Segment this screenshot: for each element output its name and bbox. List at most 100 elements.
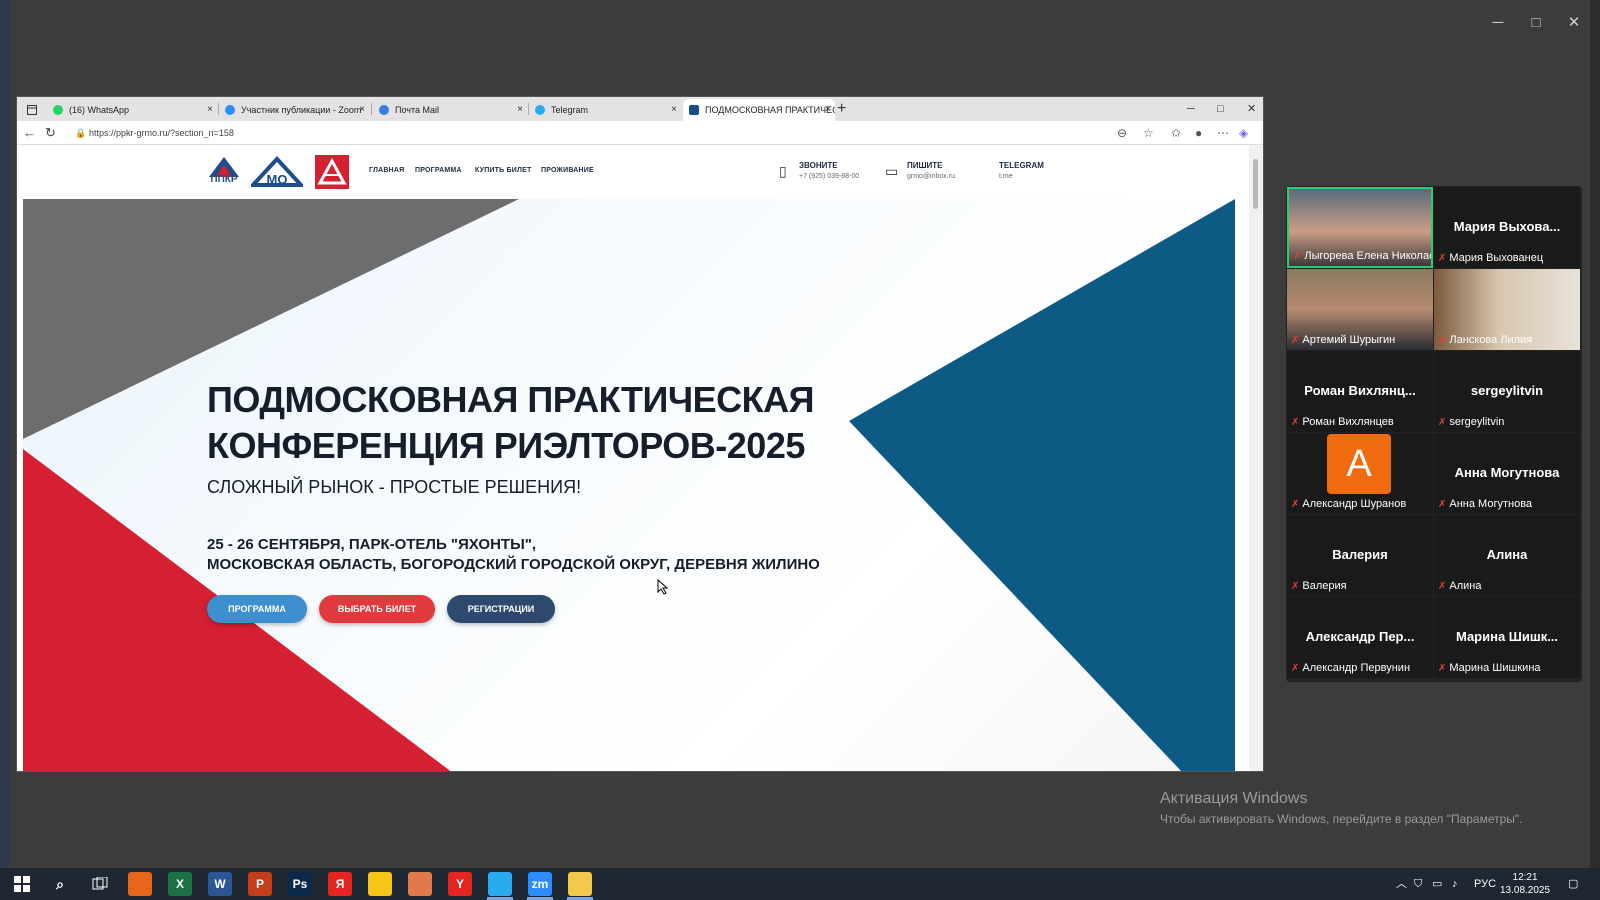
tab-actions-icon[interactable] — [21, 99, 39, 121]
muted-mic-icon: ✗ — [1291, 499, 1300, 510]
participant-tile[interactable]: Валерия ✗ Валерия — [1287, 515, 1433, 596]
favorite-star-icon[interactable]: ☆ — [1143, 123, 1154, 143]
program-button[interactable]: ПРОГРАММА — [207, 595, 307, 623]
muted-mic-icon: ✗ — [1293, 251, 1302, 262]
word-icon[interactable]: W — [208, 872, 232, 896]
menu-program[interactable]: ПРОГРАММА — [415, 167, 462, 174]
participant-tile[interactable]: ✗ Артемий Шурыгин — [1287, 269, 1433, 350]
file-explorer-icon[interactable] — [568, 872, 592, 896]
tab-close-icon[interactable]: × — [207, 99, 213, 121]
desktop-right-edge — [1590, 0, 1600, 868]
chevron-up-icon[interactable]: ︿ — [1396, 868, 1407, 900]
tab-close-icon[interactable]: × — [517, 99, 523, 121]
participant-tile[interactable]: Роман Вихлянц... ✗ Роман Вихлянцев — [1287, 351, 1433, 432]
volume-icon[interactable]: ♪ — [1452, 868, 1458, 900]
firefox-icon[interactable] — [128, 872, 152, 896]
participant-tile[interactable]: ✗ Ланскова Лилия — [1434, 269, 1580, 350]
system-clock[interactable]: 12:21 13.08.2025 — [1500, 871, 1550, 897]
participant-name: Мария Выхованец — [1449, 252, 1544, 264]
contact-phone[interactable]: ЗВОНИТЕ +7 (925) 039-88-00 — [799, 161, 859, 180]
new-tab-button[interactable]: + — [837, 97, 846, 121]
close-icon[interactable]: ✕ — [1556, 12, 1592, 34]
menu-home[interactable]: ГЛАВНАЯ — [369, 167, 404, 174]
network-icon[interactable]: ▭ — [1432, 868, 1442, 900]
photoshop-icon[interactable]: Ps — [288, 872, 312, 896]
profile-icon[interactable]: ● — [1195, 123, 1202, 143]
participant-name: Ланскова Лилия — [1449, 334, 1533, 346]
tab-bar: (16) WhatsApp × Участник публикации - Zo… — [17, 97, 1263, 121]
participant-tile[interactable]: Алина ✗ Алина — [1434, 515, 1580, 596]
participant-name: Александр Шуранов — [1302, 498, 1407, 510]
more-icon[interactable]: ⋯ — [1217, 123, 1229, 143]
search-icon[interactable]: ⌕ — [48, 872, 72, 896]
telegram-icon[interactable] — [488, 872, 512, 896]
brand-logo-icon[interactable] — [315, 155, 349, 189]
menu-buy-ticket[interactable]: КУПИТЬ БИЛЕТ — [475, 167, 531, 174]
copilot-icon[interactable]: ◈ — [1239, 123, 1248, 143]
start-windows-icon[interactable] — [10, 872, 34, 896]
url-field[interactable]: 🔒 https://ppkr-grmo.ru/?section_n=158 — [69, 123, 1229, 143]
participant-tile[interactable]: Мария Выхова... ✗ Мария Выхованец — [1434, 187, 1580, 268]
participant-tile[interactable]: ✗ Лыгорева Елена Николае... — [1287, 187, 1433, 268]
contact-email[interactable]: ПИШИТЕ grmo@inbox.ru — [907, 161, 955, 180]
participant-display-name: Валерия — [1332, 547, 1388, 562]
clock-time: 12:21 — [1512, 872, 1538, 883]
language-indicator[interactable]: РУС — [1474, 868, 1496, 900]
participant-tile[interactable]: Марина Шишк... ✗ Марина Шишкина — [1434, 597, 1580, 678]
zoom-icon[interactable]: zm — [528, 872, 552, 896]
participant-name-label: ✗ Анна Могутнова — [1438, 498, 1532, 510]
participant-display-name: Мария Выхова... — [1453, 219, 1561, 234]
yandex-browser-icon[interactable]: Y — [448, 872, 472, 896]
notifications-icon[interactable]: ▢ — [1568, 868, 1578, 900]
hero-subtitle: СЛОЖНЫЙ РЫНОК - ПРОСТЫЕ РЕШЕНИЯ! — [207, 477, 582, 497]
favorites-icon[interactable]: ✩ — [1171, 123, 1181, 143]
registration-button[interactable]: РЕГИСТРАЦИИ — [447, 595, 555, 623]
powerpoint-icon[interactable]: P — [248, 872, 272, 896]
back-icon[interactable]: ← — [23, 123, 36, 143]
hero-background-shapes — [23, 199, 1235, 771]
muted-mic-icon: ✗ — [1438, 253, 1447, 264]
browser-minimize-icon[interactable]: ─ — [1187, 97, 1195, 121]
participant-tile[interactable]: Анна Могутнова ✗ Анна Могутнова — [1434, 433, 1580, 514]
tab-conference[interactable]: ПОДМОСКОВНАЯ ПРАКТИЧЕСК × — [683, 99, 835, 121]
participant-display-name: sergeylitvin — [1470, 383, 1544, 398]
shield-icon[interactable]: ⛉ — [1414, 868, 1422, 900]
participant-avatar: A — [1327, 434, 1391, 494]
tab-whatsapp[interactable]: (16) WhatsApp × — [47, 99, 217, 121]
minimize-icon[interactable]: ─ — [1480, 12, 1516, 34]
browser-close-icon[interactable]: ✕ — [1247, 97, 1256, 121]
url-text: https://ppkr-grmo.ru/?section_n=158 — [89, 128, 234, 138]
participant-tile[interactable]: A ✗ Александр Шуранов — [1287, 433, 1433, 514]
page-scrollbar[interactable] — [1249, 145, 1263, 771]
tab-telegram[interactable]: Telegram × — [529, 99, 681, 121]
excel-icon[interactable]: X — [168, 872, 192, 896]
hero-banner: ПОДМОСКОВНАЯ ПРАКТИЧЕСКАЯ КОНФЕРЕНЦИЯ РИ… — [23, 199, 1235, 771]
yandex-icon[interactable]: Я — [328, 872, 352, 896]
browser-maximize-icon[interactable]: □ — [1217, 97, 1224, 121]
tab-zoom[interactable]: Участник публикации - Zoom × — [219, 99, 369, 121]
mo-logo[interactable]: МО — [248, 155, 306, 189]
read-aloud-icon[interactable]: ⊖ — [1117, 123, 1127, 143]
menu-accommodation[interactable]: ПРОЖИВАНИЕ — [541, 167, 594, 174]
participant-tile[interactable]: sergeylitvin ✗ sergeylitvin — [1434, 351, 1580, 432]
task-view-icon[interactable] — [88, 872, 112, 896]
hero-title: ПОДМОСКОВНАЯ ПРАКТИЧЕСКАЯ КОНФЕРЕНЦИЯ РИ… — [207, 377, 815, 469]
participant-tile[interactable]: Александр Пер... ✗ Александр Первунин — [1287, 597, 1433, 678]
ppkr-logo[interactable]: ППКР — [207, 155, 241, 189]
maximize-icon[interactable]: □ — [1518, 12, 1554, 34]
tab-label: (16) WhatsApp — [69, 105, 130, 115]
contact-title: ПИШИТЕ — [907, 161, 943, 170]
muted-mic-icon: ✗ — [1438, 581, 1447, 592]
contact-telegram[interactable]: TELEGRAM t.me — [999, 161, 1044, 180]
choose-ticket-button[interactable]: ВЫБРАТЬ БИЛЕТ — [319, 595, 435, 623]
yandex-music-icon[interactable] — [368, 872, 392, 896]
tab-close-icon[interactable]: × — [825, 99, 831, 121]
tab-mail[interactable]: Почта Mail × — [373, 99, 527, 121]
tab-close-icon[interactable]: × — [359, 99, 365, 121]
tab-label: Участник публикации - Zoom — [241, 105, 362, 115]
contact-title: TELEGRAM — [999, 161, 1044, 170]
reload-icon[interactable]: ↻ — [45, 123, 56, 143]
tab-close-icon[interactable]: × — [671, 99, 677, 121]
store-icon[interactable] — [408, 872, 432, 896]
scrollbar-thumb[interactable] — [1253, 159, 1258, 209]
